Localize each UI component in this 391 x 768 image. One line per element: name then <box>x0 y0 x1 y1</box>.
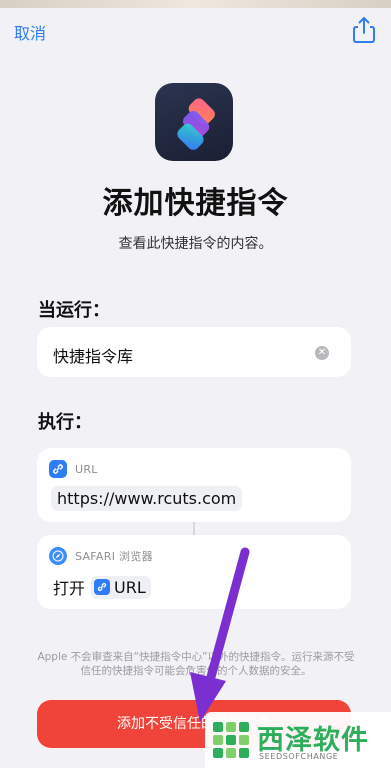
trigger-section-label: 当运行： <box>38 300 110 321</box>
action-connector <box>193 522 195 535</box>
url-action-card[interactable]: URL https://www.rcuts.com <box>37 448 351 522</box>
safari-action-card[interactable]: SAFARI 浏览器 打开 URL <box>37 535 351 609</box>
watermark-subtitle: SEEDSOFCHANGE <box>259 752 339 761</box>
compass-icon <box>49 547 67 565</box>
share-icon[interactable] <box>351 16 377 44</box>
watermark-logo-icon <box>213 722 249 758</box>
cancel-button[interactable]: 取消 <box>14 20 46 44</box>
trigger-field[interactable]: 快捷指令库 ✕ <box>37 327 351 377</box>
actions-section-label: 执行： <box>38 412 92 433</box>
action-type-label: SAFARI 浏览器 <box>75 550 153 563</box>
watermark: 西泽软件 SEEDSOFCHANGE <box>205 712 391 768</box>
page-title: 添加快捷指令 <box>102 186 289 221</box>
link-icon <box>94 579 111 595</box>
shortcuts-app-icon <box>155 83 233 161</box>
page-subtitle: 查看此快捷指令的内容。 <box>118 236 273 252</box>
action-type-label: URL <box>75 462 98 476</box>
url-value[interactable]: https://www.rcuts.com <box>51 486 243 511</box>
clear-icon[interactable]: ✕ <box>315 346 329 360</box>
open-verb: 打开 <box>53 579 86 598</box>
top-strip <box>0 0 391 8</box>
security-footnote: Apple 不会审查来自“快捷指令中心”以外的快捷指令。运行来源不受信任的快捷指… <box>37 651 355 677</box>
link-icon <box>49 460 67 478</box>
token-label: URL <box>114 577 146 597</box>
url-variable-token[interactable]: URL <box>91 575 151 599</box>
trigger-value: 快捷指令库 <box>53 347 134 366</box>
